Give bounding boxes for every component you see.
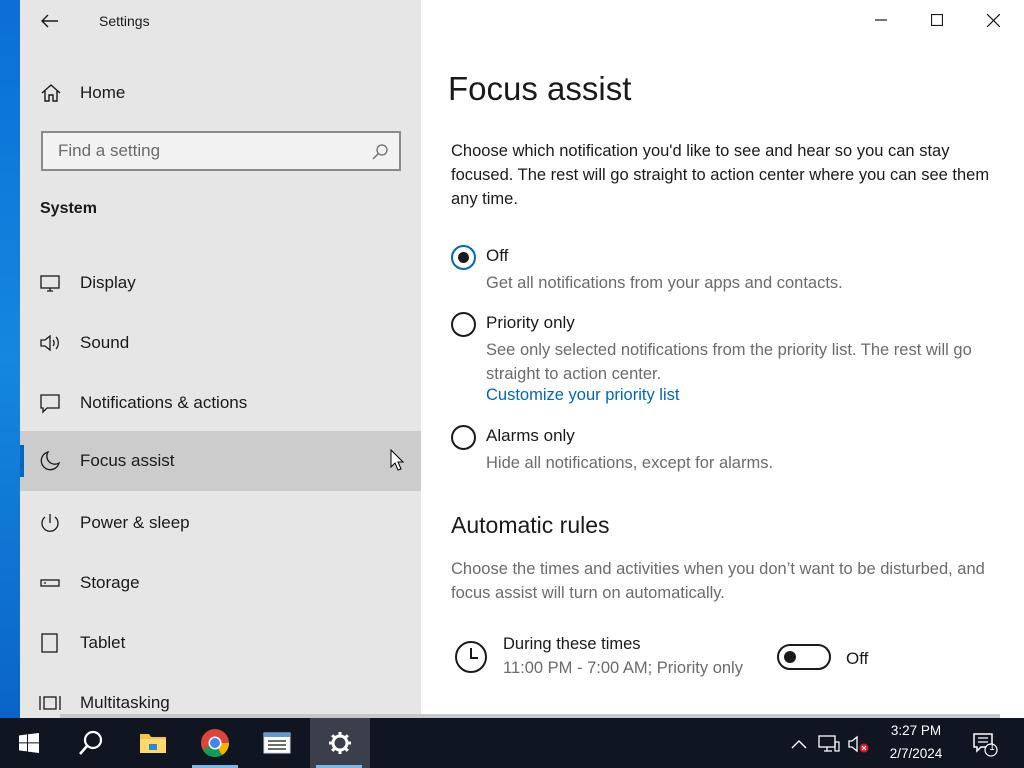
page-title: Focus assist [448, 70, 632, 107]
start-button[interactable] [0, 718, 58, 768]
toggle-state-label: Off [846, 649, 869, 668]
tablet-icon [41, 633, 58, 653]
moon-icon [40, 450, 61, 471]
radio-description: See only selected notifications from the… [486, 341, 972, 383]
rule-during-these-times[interactable]: During these times 11:00 PM - 7:00 AM; P… [451, 632, 1011, 682]
sidebar-item-label: Display [80, 273, 136, 292]
show-hidden-icons-button[interactable] [788, 733, 810, 755]
taskbar-search-button[interactable] [62, 718, 120, 768]
clock-icon [455, 641, 487, 673]
search-icon [79, 730, 103, 755]
sidebar-item-label: Power & sleep [80, 513, 190, 532]
taskbar-clock[interactable]: 3:27 PM 2/7/2024 [876, 718, 956, 768]
radio-label[interactable]: Alarms only [486, 426, 575, 446]
file-explorer-icon [140, 734, 166, 753]
volume-button[interactable] [848, 733, 870, 755]
notepad-button[interactable] [248, 718, 306, 768]
notepad-icon [263, 732, 291, 754]
sidebar-item-label: Storage [80, 573, 140, 592]
radio-priority-only[interactable] [451, 312, 476, 337]
main-content: Focus assist Choose which notification y… [421, 0, 1024, 718]
power-icon [41, 514, 59, 532]
radio-description: Get all notifications from your apps and… [486, 274, 843, 292]
sidebar-item-display[interactable]: Display [20, 253, 421, 313]
radio-label[interactable]: Off [486, 246, 508, 266]
sidebar-item-label: Multitasking [80, 693, 170, 712]
multitasking-icon [39, 696, 61, 710]
sidebar-item-home[interactable]: Home [20, 72, 421, 112]
sidebar-item-label: Home [80, 83, 126, 102]
page-description: Choose which notification you'd like to … [451, 142, 990, 208]
sidebar-item-notifications[interactable]: Notifications & actions [20, 373, 421, 433]
customize-priority-link[interactable]: Customize your priority list [486, 386, 679, 405]
section-label: System [40, 200, 97, 217]
sidebar-item-tablet[interactable]: Tablet [20, 613, 421, 673]
clock-time: 3:27 PM [890, 723, 942, 738]
radio-description: Hide all notifications, except for alarm… [486, 454, 774, 472]
taskbar: 3:27 PM 2/7/2024 1 [0, 718, 1024, 768]
app-title: Settings [99, 13, 150, 29]
home-icon [41, 84, 61, 102]
rule-toggle[interactable] [777, 644, 831, 670]
notification-count-badge: 1 [989, 742, 995, 753]
message-icon [40, 394, 60, 414]
network-button[interactable] [818, 733, 840, 755]
sidebar-item-power-sleep[interactable]: Power & sleep [20, 493, 421, 553]
volume-muted-icon [848, 735, 869, 753]
file-explorer-button[interactable] [124, 718, 182, 768]
automatic-rules-heading: Automatic rules [451, 512, 610, 538]
settings-icon [329, 732, 351, 754]
action-center-button[interactable]: 1 [972, 731, 998, 757]
settings-taskbar-button[interactable] [310, 718, 370, 768]
settings-window: Settings Home System Display [20, 0, 1024, 718]
chrome-button[interactable] [186, 718, 244, 768]
sidebar-item-multitasking[interactable]: Multitasking [20, 673, 421, 718]
sidebar-item-label: Tablet [80, 633, 126, 652]
radio-label[interactable]: Priority only [486, 313, 575, 333]
sidebar-item-sound[interactable]: Sound [20, 313, 421, 373]
sidebar-item-label: Notifications & actions [80, 393, 248, 412]
radio-off[interactable] [451, 245, 476, 270]
monitor-icon [40, 275, 60, 292]
sidebar-item-label: Sound [80, 333, 130, 352]
rule-subtitle: 11:00 PM - 7:00 AM; Priority only [503, 659, 743, 677]
rule-title: During these times [503, 635, 641, 653]
mouse-cursor-icon [390, 449, 404, 471]
sidebar-item-storage[interactable]: Storage [20, 553, 421, 613]
speaker-icon [40, 334, 59, 352]
drive-icon [40, 579, 60, 587]
clock-date: 2/7/2024 [889, 746, 943, 761]
search-input[interactable] [56, 140, 366, 162]
radio-alarms-only[interactable] [451, 425, 476, 450]
chrome-icon [201, 729, 229, 757]
sidebar-item-focus-assist[interactable]: Focus assist [20, 431, 421, 491]
network-icon [818, 735, 840, 752]
back-arrow-icon [41, 14, 58, 28]
automatic-rules-description: Choose the times and activities when you… [451, 560, 985, 602]
search-box[interactable] [41, 131, 401, 171]
sidebar: Settings Home System Display [20, 0, 421, 718]
back-button[interactable] [32, 4, 68, 38]
start-icon [19, 733, 39, 753]
chevron-up-icon [791, 740, 807, 749]
sidebar-item-label: Focus assist [80, 451, 175, 470]
search-icon [372, 144, 388, 160]
